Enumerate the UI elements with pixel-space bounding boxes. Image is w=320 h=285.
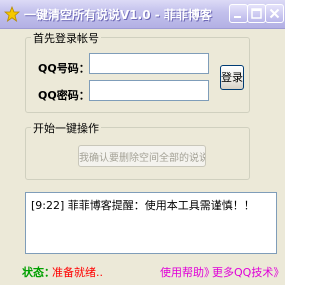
app-window: 一键清空所有说说V1.0 - 菲菲博客 首先登录帐号 QQ号码： QQ密码： 登… <box>0 0 285 285</box>
window-title: 一键清空所有说说V1.0 - 菲菲博客 <box>24 8 212 22</box>
operation-group-title: 开始一键操作 <box>31 120 101 136</box>
log-output[interactable]: [9:22] 菲菲博客提醒：使用本工具需谨慎！！ <box>25 192 277 254</box>
login-button[interactable]: 登录 <box>220 65 244 90</box>
qq-number-label: QQ号码： <box>38 62 90 75</box>
qq-password-input[interactable] <box>89 80 209 101</box>
status-label: 状态： <box>22 266 55 279</box>
help-link[interactable]: 使用帮助》 <box>160 264 215 280</box>
star-icon <box>3 5 21 22</box>
qq-number-input[interactable] <box>89 53 209 74</box>
title-bar[interactable]: 一键清空所有说说V1.0 - 菲菲博客 <box>0 0 285 29</box>
close-button[interactable] <box>265 4 284 23</box>
qq-password-label: QQ密码： <box>38 89 90 102</box>
login-group-title: 首先登录帐号 <box>31 30 101 46</box>
close-icon <box>269 8 280 19</box>
more-qq-tech-link[interactable]: 更多QQ技术》 <box>212 264 284 280</box>
maximize-button[interactable] <box>247 4 266 23</box>
minimize-icon <box>234 16 241 18</box>
maximize-icon <box>251 8 262 19</box>
log-message: 菲菲博客提醒：使用本工具需谨慎！！ <box>67 199 255 212</box>
minimize-button[interactable] <box>229 4 248 23</box>
log-timestamp: [9:22] <box>31 199 65 212</box>
delete-all-button[interactable]: 我确认要删除空间全部的说说 <box>78 145 206 167</box>
status-value: 准备就绪.. <box>52 266 103 279</box>
